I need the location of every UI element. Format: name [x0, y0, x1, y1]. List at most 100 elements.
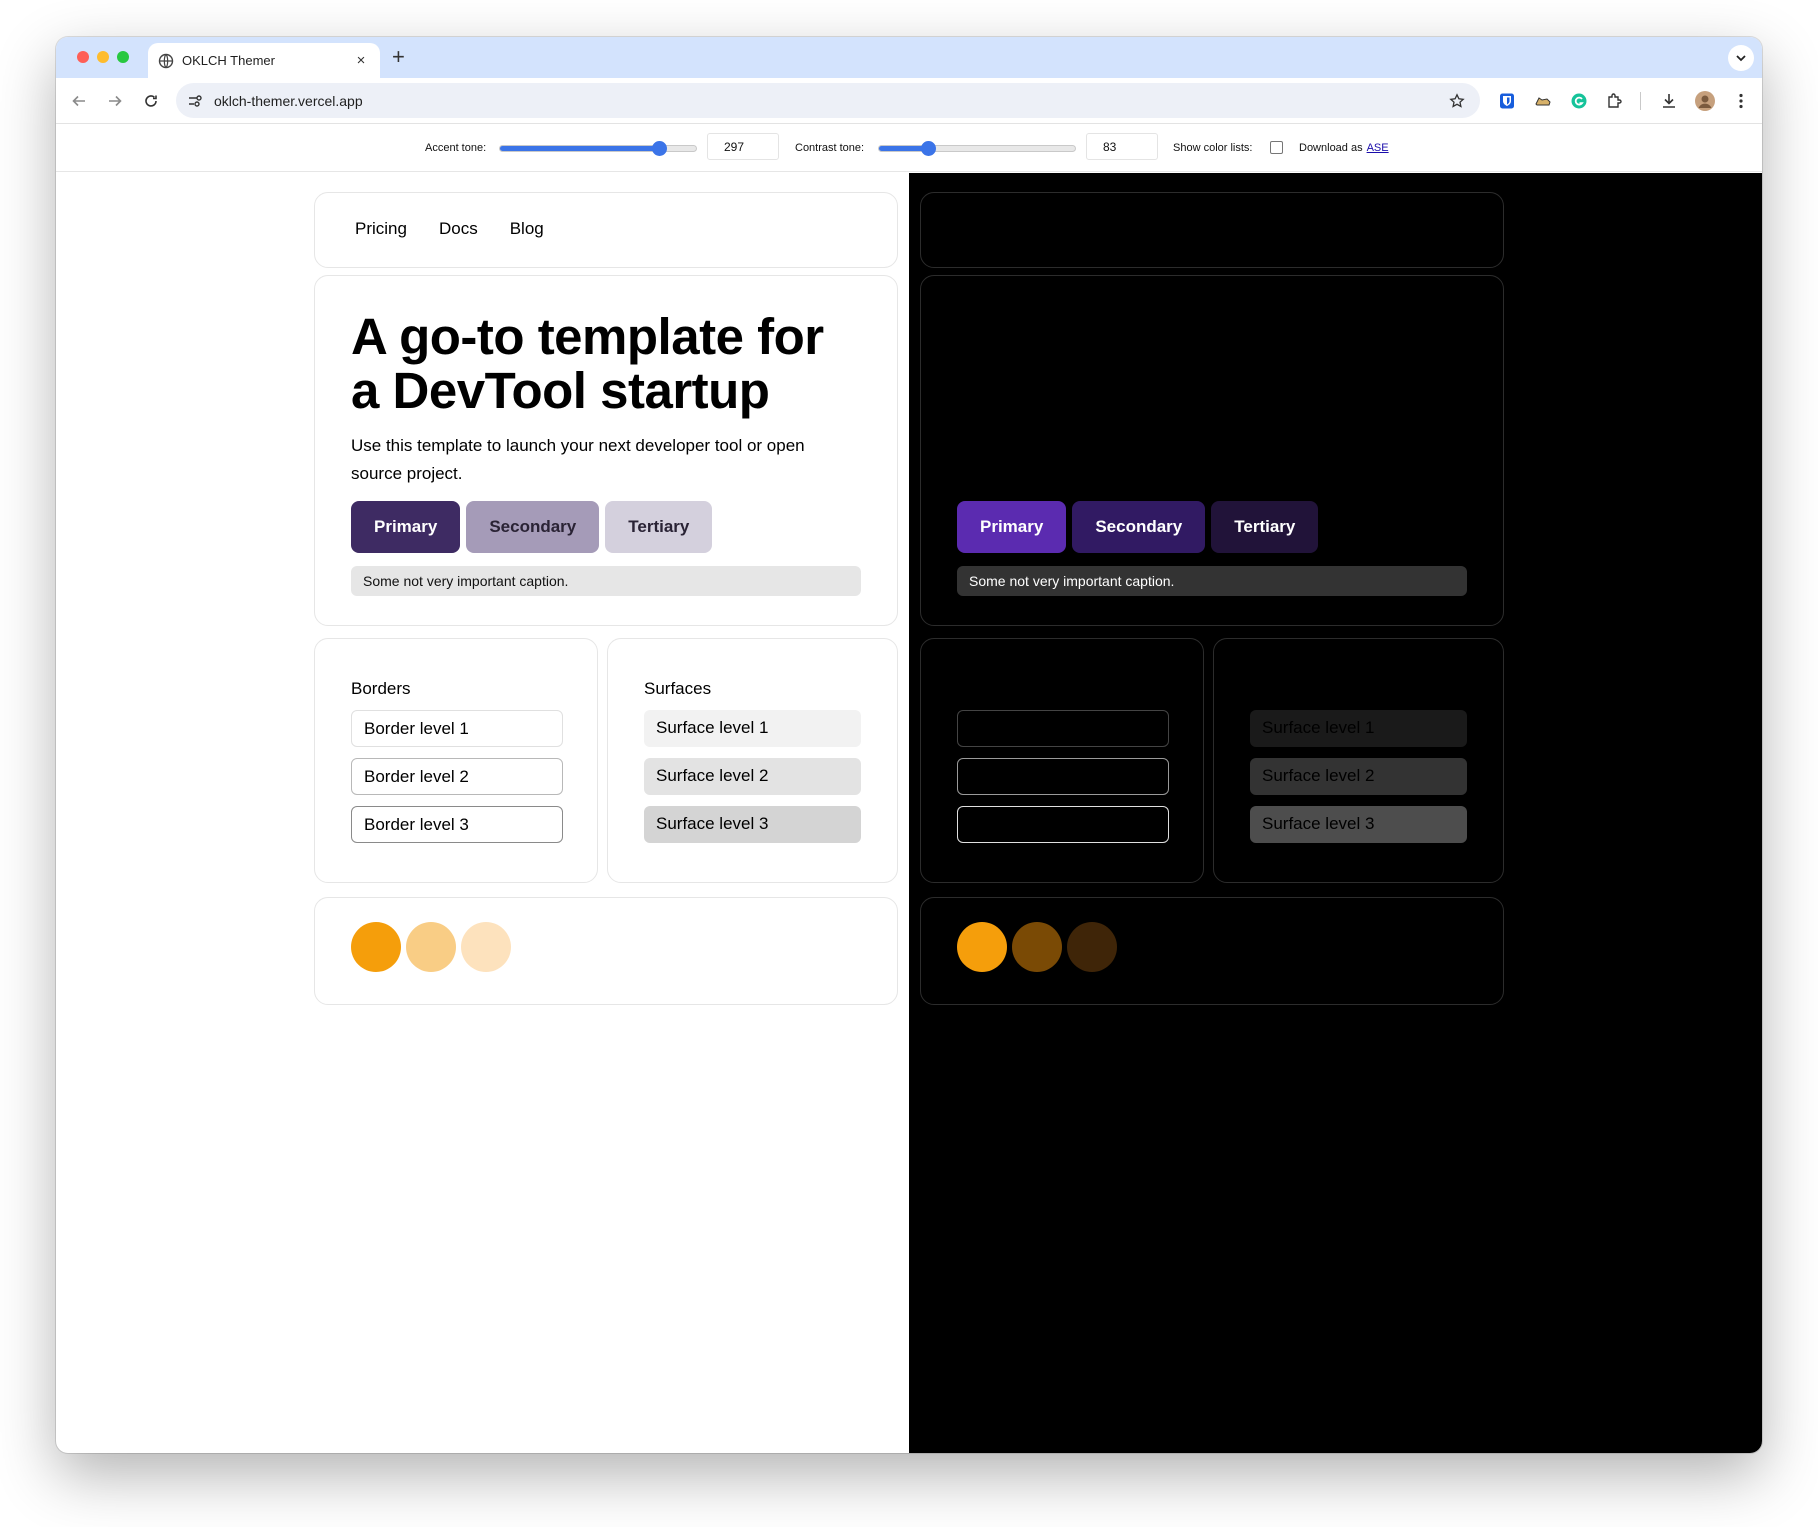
caption: Some not very important caption. [957, 566, 1467, 596]
profile-avatar[interactable] [1694, 90, 1716, 112]
accent-slider-thumb[interactable] [651, 141, 667, 156]
tab-strip: OKLCH Themer × + [56, 37, 1762, 78]
accent-tone-input[interactable]: 297 [707, 133, 779, 160]
primary-button[interactable]: Primary [351, 501, 461, 553]
surface-level-2: Surface level 2 [644, 758, 861, 795]
nav-card: Pricing Docs Blog [920, 192, 1504, 268]
close-window-button[interactable] [77, 51, 89, 63]
maximize-window-button[interactable] [117, 51, 129, 63]
browser-tab[interactable]: OKLCH Themer × [148, 43, 380, 78]
minimize-window-button[interactable] [97, 51, 109, 63]
browser-window: OKLCH Themer × + oklch-themer.vercel.app [56, 37, 1762, 1453]
hero-card: A go-to template for a DevTool startup U… [314, 275, 898, 626]
download-label: Download as ASE [1299, 142, 1389, 154]
reload-button[interactable] [140, 90, 162, 112]
border-level-2: Border level 2 [957, 758, 1169, 795]
bookmark-star-icon[interactable] [1446, 90, 1468, 112]
theme-controls-bar: Accent tone: 297 Contrast tone: 83 Show … [56, 124, 1762, 172]
toolbar-divider [1640, 92, 1641, 110]
dark-theme-preview: Pricing Docs Blog A go-to template for a… [920, 173, 1520, 1073]
contrast-tone-slider[interactable] [878, 141, 1076, 156]
accent-slider-fill [500, 146, 659, 151]
download-ase-link[interactable]: ASE [1367, 142, 1389, 154]
shoe-extension-icon[interactable] [1532, 90, 1554, 112]
border-level-3: Border level 3 [957, 806, 1169, 843]
contrast-tone-input[interactable]: 83 [1086, 133, 1158, 160]
swatch-card [314, 897, 898, 1005]
url-text[interactable]: oklch-themer.vercel.app [214, 93, 1446, 109]
download-icon[interactable] [1658, 90, 1680, 112]
show-color-lists-checkbox[interactable] [1270, 141, 1283, 154]
tab-close-icon[interactable]: × [352, 52, 370, 69]
borders-card: Borders Border level 1 Border level 2 Bo… [920, 638, 1204, 883]
arrow-left-icon [72, 95, 85, 107]
arrow-right-icon [109, 95, 122, 107]
tab-title: OKLCH Themer [182, 53, 275, 68]
hero-subtitle: Use this template to launch your next de… [351, 436, 805, 483]
color-swatch-2 [406, 922, 456, 972]
extensions-puzzle-icon[interactable] [1604, 90, 1626, 112]
grammarly-extension-icon[interactable] [1568, 90, 1590, 112]
nav-card: Pricing Docs Blog [314, 192, 898, 268]
tertiary-button[interactable]: Tertiary [605, 501, 713, 553]
border-level-1: Border level 1 [957, 710, 1169, 747]
surfaces-title: Surfaces [1250, 679, 1318, 698]
surface-level-2: Surface level 2 [1250, 758, 1467, 795]
accent-tone-label: Accent tone: [425, 142, 487, 154]
hero-title: A go-to template for a DevTool startup [351, 308, 824, 419]
border-level-2: Border level 2 [351, 758, 563, 795]
new-tab-button[interactable]: + [392, 46, 405, 68]
surface-level-3: Surface level 3 [1250, 806, 1467, 843]
show-color-lists-label: Show color lists: [1173, 142, 1253, 154]
color-swatch-2 [1012, 922, 1062, 972]
secondary-button[interactable]: Secondary [466, 501, 600, 553]
color-swatch-1 [351, 922, 401, 972]
borders-title: Borders [957, 679, 1017, 698]
tab-search-button[interactable] [1728, 45, 1754, 71]
border-level-3: Border level 3 [351, 806, 563, 843]
forward-button[interactable] [104, 90, 126, 112]
bitwarden-extension-icon[interactable] [1496, 90, 1518, 112]
surface-level-1: Surface level 1 [644, 710, 861, 747]
borders-title: Borders [351, 679, 411, 698]
contrast-slider-thumb[interactable] [921, 141, 936, 156]
hero-subtitle: Use this template to launch your next de… [957, 436, 1411, 483]
surface-level-3: Surface level 3 [644, 806, 861, 843]
back-button[interactable] [68, 90, 90, 112]
surfaces-card: Surfaces Surface level 1 Surface level 2… [1213, 638, 1504, 883]
site-info-icon[interactable] [184, 90, 206, 112]
swatch-card [920, 897, 1504, 1005]
browser-toolbar: oklch-themer.vercel.app [56, 78, 1762, 124]
nav-link-docs[interactable]: Docs [439, 219, 478, 241]
hero-card: A go-to template for a DevTool startup U… [920, 275, 1504, 626]
globe-icon [158, 53, 174, 69]
contrast-tone-label: Contrast tone: [795, 142, 865, 154]
chevron-down-icon [1736, 55, 1746, 62]
borders-card: Borders Border level 1 Border level 2 Bo… [314, 638, 598, 883]
color-swatch-3 [1067, 922, 1117, 972]
nav-link-blog[interactable]: Blog [510, 219, 544, 241]
reload-icon [145, 95, 157, 107]
surfaces-title: Surfaces [644, 679, 712, 698]
tertiary-button[interactable]: Tertiary [1211, 501, 1319, 553]
button-row: Primary Secondary Tertiary [351, 501, 861, 553]
caption: Some not very important caption. [351, 566, 861, 596]
button-row: Primary Secondary Tertiary [957, 501, 1467, 553]
nav-link-pricing[interactable]: Pricing [961, 219, 1013, 241]
border-level-1: Border level 1 [351, 710, 563, 747]
address-bar[interactable]: oklch-themer.vercel.app [176, 83, 1480, 118]
more-menu-icon[interactable] [1730, 90, 1752, 112]
surfaces-card: Surfaces Surface level 1 Surface level 2… [607, 638, 898, 883]
surface-level-1: Surface level 1 [1250, 710, 1467, 747]
nav-link-blog[interactable]: Blog [1116, 219, 1150, 241]
secondary-button[interactable]: Secondary [1072, 501, 1206, 553]
download-label-text: Download as [1299, 142, 1363, 154]
color-swatch-3 [461, 922, 511, 972]
nav-link-docs[interactable]: Docs [1045, 219, 1084, 241]
accent-tone-slider[interactable] [499, 141, 697, 156]
primary-button[interactable]: Primary [957, 501, 1067, 553]
nav-link-pricing[interactable]: Pricing [355, 219, 407, 241]
light-theme-preview: Pricing Docs Blog A go-to template for a… [314, 173, 914, 1073]
preview-area: Pricing Docs Blog A go-to template for a… [56, 173, 1762, 1453]
color-swatch-1 [957, 922, 1007, 972]
